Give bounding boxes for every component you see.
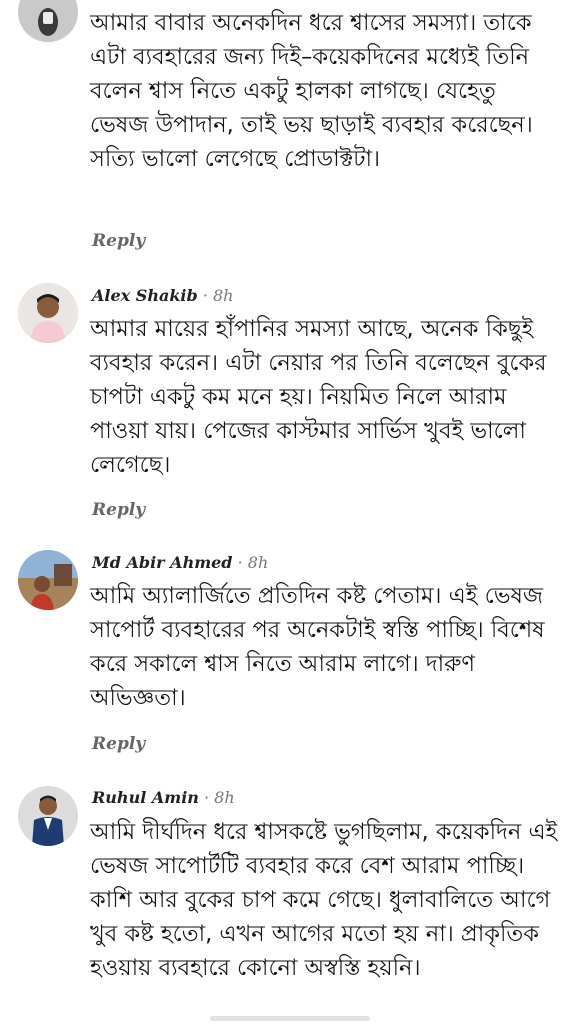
avatar-photo-icon bbox=[18, 0, 78, 42]
scroll-indicator bbox=[210, 1016, 370, 1021]
avatar-photo-icon bbox=[18, 283, 78, 343]
comment-meta: Ruhul Amin · 8h bbox=[92, 788, 235, 807]
comment-time: · 8h bbox=[237, 553, 269, 572]
comment-meta: Alex Shakib · 8h bbox=[92, 286, 233, 305]
avatar[interactable] bbox=[18, 786, 78, 846]
avatar[interactable] bbox=[18, 550, 78, 610]
commenter-name[interactable]: Ruhul Amin bbox=[92, 788, 199, 807]
avatar-photo-icon bbox=[18, 786, 78, 846]
comment-text: আমার মায়ের হাঁপানির সমস্যা আছে, অনেক কি… bbox=[90, 316, 547, 478]
comment-text: আমি দীর্ঘদিন ধরে শ্বাসকষ্টে ভুগছিলাম, কয… bbox=[90, 819, 558, 981]
reply-link[interactable]: Reply bbox=[92, 231, 145, 251]
comment-time: · 8h bbox=[204, 788, 235, 807]
comment-time: · 8h bbox=[202, 286, 234, 305]
reply-link[interactable]: Reply bbox=[92, 500, 145, 520]
comment-text: আমি অ্যালার্জিতে প্রতিদিন কষ্ট পেতাম। এই… bbox=[90, 583, 545, 711]
comment-meta: Md Abir Ahmed · 8h bbox=[92, 553, 268, 572]
commenter-name[interactable]: Alex Shakib bbox=[92, 286, 198, 305]
reply-link[interactable]: Reply bbox=[92, 734, 145, 754]
avatar[interactable] bbox=[18, 0, 78, 42]
commenter-name[interactable]: Md Abir Ahmed bbox=[92, 553, 233, 572]
avatar[interactable] bbox=[18, 283, 78, 343]
comment-text: আমার বাবার অনেকদিন ধরে শ্বাসের সমস্যা। ত… bbox=[90, 10, 533, 172]
avatar-photo-icon bbox=[18, 550, 78, 610]
